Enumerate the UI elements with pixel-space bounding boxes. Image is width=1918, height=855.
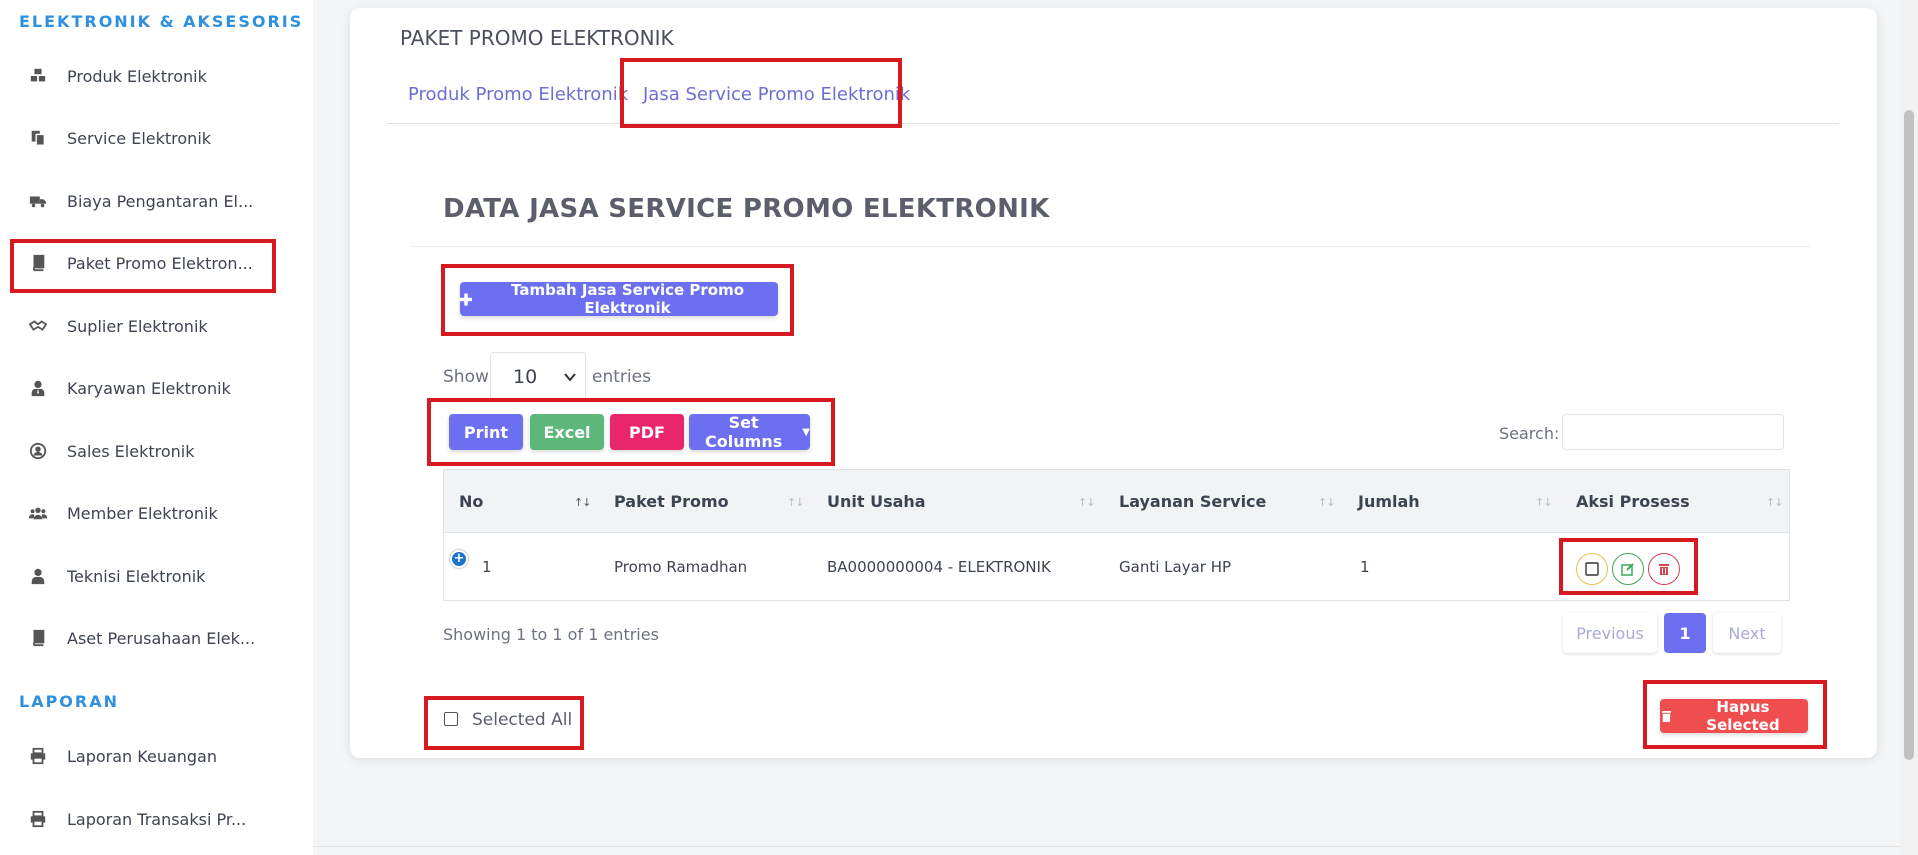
truck-icon: [28, 191, 48, 211]
sidebar-item-produk-elektronik[interactable]: Produk Elektronik: [28, 56, 278, 96]
book-icon: [28, 628, 48, 648]
highlight-box: [1643, 680, 1827, 749]
sidebar-item-suplier[interactable]: Suplier Elektronik: [28, 306, 278, 346]
copy-icon: [28, 128, 48, 148]
section-title: DATA JASA SERVICE PROMO ELEKTRONIK: [443, 194, 1050, 224]
pagination-previous[interactable]: Previous: [1563, 613, 1657, 653]
section-divider: [410, 246, 1810, 247]
sort-icon[interactable]: ↑↓: [1535, 496, 1552, 509]
search-input[interactable]: [1562, 414, 1784, 450]
sidebar-item-label: Karyawan Elektronik: [67, 378, 231, 398]
show-label: Show: [443, 367, 489, 387]
sidebar: ELEKTRONIK & AKSESORIS Produk Elektronik…: [0, 0, 313, 855]
users-icon: [28, 503, 48, 523]
sidebar-item-label: Laporan Keuangan: [67, 746, 217, 766]
column-header-aksi-prosess[interactable]: Aksi Prosess: [1576, 470, 1690, 533]
entries-label: entries: [592, 367, 651, 387]
entries-value: 10: [513, 366, 538, 388]
sidebar-item-service-elektronik[interactable]: Service Elektronik: [28, 118, 278, 158]
column-header-jumlah[interactable]: Jumlah: [1358, 470, 1420, 533]
column-header-layanan-service[interactable]: Layanan Service: [1119, 470, 1266, 533]
sidebar-section-title: LAPORAN: [19, 692, 119, 711]
sidebar-item-label: Member Elektronik: [67, 503, 218, 523]
cell-paket-promo: Promo Ramadhan: [614, 558, 748, 576]
column-header-no[interactable]: No: [459, 470, 483, 533]
column-header-paket-promo[interactable]: Paket Promo: [614, 470, 729, 533]
pagination-page-1[interactable]: 1: [1664, 613, 1706, 653]
sidebar-item-sales[interactable]: Sales Elektronik: [28, 431, 278, 471]
column-header-unit-usaha[interactable]: Unit Usaha: [827, 470, 926, 533]
sort-icon[interactable]: ↑↓: [574, 496, 591, 509]
sidebar-item-label: Suplier Elektronik: [67, 316, 208, 336]
print-icon: [28, 746, 48, 766]
handshake-icon: [28, 316, 48, 336]
highlight-box: [620, 58, 902, 128]
sidebar-item-teknisi[interactable]: Teknisi Elektronik: [28, 556, 278, 596]
sort-icon[interactable]: ↑↓: [787, 496, 804, 509]
sidebar-item-label: Sales Elektronik: [67, 441, 195, 461]
table-info: Showing 1 to 1 of 1 entries: [443, 625, 659, 644]
cell-jumlah: 1: [1360, 558, 1370, 576]
sidebar-item-laporan-transaksi[interactable]: Laporan Transaksi Pr...: [28, 799, 278, 839]
chevron-down-icon: [564, 373, 576, 382]
highlight-box: [1559, 538, 1698, 595]
user-tie-icon: [28, 378, 48, 398]
sidebar-item-member[interactable]: Member Elektronik: [28, 493, 278, 533]
highlight-box: [424, 696, 584, 750]
highlight-box: [10, 239, 276, 293]
user-icon: [28, 566, 48, 586]
expand-row-button[interactable]: +: [450, 550, 468, 568]
table-header: No ↑↓ Paket Promo ↑↓ Unit Usaha ↑↓ Layan…: [444, 470, 1789, 533]
highlight-box: [441, 264, 794, 336]
sidebar-item-label: Aset Perusahaan Elek...: [67, 628, 256, 648]
print-icon: [28, 809, 48, 829]
sidebar-item-laporan-keuangan[interactable]: Laporan Keuangan: [28, 736, 278, 776]
user-circle-icon: [28, 441, 48, 461]
sort-icon[interactable]: ↑↓: [1318, 496, 1335, 509]
sidebar-item-label: Laporan Transaksi Pr...: [67, 809, 247, 829]
sidebar-item-label: Biaya Pengantaran El...: [67, 191, 254, 211]
sidebar-section-title: ELEKTRONIK & AKSESORIS: [19, 12, 304, 31]
sort-icon[interactable]: ↑↓: [1766, 496, 1783, 509]
cubes-icon: [28, 66, 48, 86]
page-scrollbar[interactable]: [1900, 0, 1918, 855]
search-label: Search:: [1499, 424, 1560, 443]
cell-no: 1: [482, 558, 492, 576]
tab-divider: [387, 123, 1839, 124]
pagination-next[interactable]: Next: [1713, 613, 1781, 653]
cell-layanan-service: Ganti Layar HP: [1119, 558, 1232, 576]
sidebar-item-label: Service Elektronik: [67, 128, 212, 148]
page-title: PAKET PROMO ELEKTRONIK: [400, 26, 674, 50]
sidebar-item-karyawan[interactable]: Karyawan Elektronik: [28, 368, 278, 408]
highlight-box: [427, 398, 835, 466]
footer-divider: [313, 846, 1918, 847]
sort-icon[interactable]: ↑↓: [1078, 496, 1095, 509]
cell-unit-usaha: BA0000000004 - ELEKTRONIK: [827, 558, 1051, 576]
tab-produk-promo[interactable]: Produk Promo Elektronik: [408, 84, 628, 105]
sidebar-item-label: Teknisi Elektronik: [67, 566, 206, 586]
sidebar-item-biaya-pengantaran[interactable]: Biaya Pengantaran El...: [28, 181, 278, 221]
sidebar-item-aset-perusahaan[interactable]: Aset Perusahaan Elek...: [28, 618, 278, 658]
sidebar-item-label: Produk Elektronik: [67, 66, 207, 86]
entries-select[interactable]: 10: [490, 352, 586, 402]
scrollbar-thumb[interactable]: [1904, 110, 1914, 760]
